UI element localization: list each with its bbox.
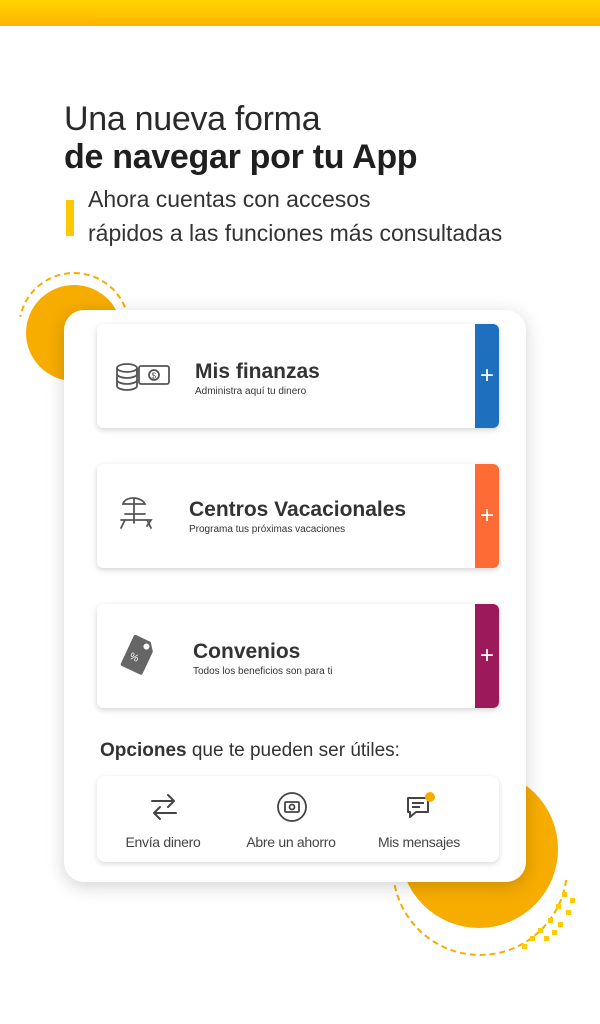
subtitle-line-2: rápidos a las funciones más consultadas bbox=[88, 220, 503, 246]
option-mis-mensajes[interactable]: Mis mensajes bbox=[359, 790, 479, 854]
discount-tag-icon: % bbox=[120, 634, 153, 675]
decorative-pixels bbox=[512, 892, 582, 952]
option-label: Envía dinero bbox=[125, 834, 201, 850]
expand-plus-button[interactable]: + bbox=[475, 604, 499, 708]
headline-line-2: de navegar por tu App bbox=[64, 138, 418, 176]
option-label: Mis mensajes bbox=[378, 834, 460, 850]
card-mis-finanzas[interactable]: $ Mis finanzas Administra aquí tu dinero… bbox=[97, 324, 499, 428]
card-centros-vacacionales[interactable]: Centros Vacacionales Programa tus próxim… bbox=[97, 464, 499, 568]
svg-text:$: $ bbox=[152, 372, 157, 381]
expand-plus-button[interactable]: + bbox=[475, 324, 499, 428]
options-heading: Opciones que te pueden ser útiles: bbox=[100, 740, 400, 761]
headline-line-1: Una nueva forma bbox=[64, 100, 321, 138]
card-subtitle: Todos los beneficios son para ti bbox=[193, 666, 333, 677]
money-stack-icon: $ bbox=[116, 363, 170, 391]
option-label: Abre un ahorro bbox=[246, 834, 336, 850]
card-subtitle: Programa tus próximas vacaciones bbox=[189, 524, 346, 535]
card-convenios[interactable]: % Convenios Todos los beneficios son par… bbox=[97, 604, 499, 708]
accent-bar bbox=[66, 200, 74, 236]
expand-plus-button[interactable]: + bbox=[475, 464, 499, 568]
plus-icon: + bbox=[479, 502, 494, 529]
subtitle-line-1: Ahora cuentas con accesos bbox=[88, 186, 371, 212]
card-title: Mis finanzas bbox=[195, 360, 320, 383]
plus-icon: + bbox=[479, 642, 494, 669]
option-abre-un-ahorro[interactable]: Abre un ahorro bbox=[231, 790, 351, 854]
transfer-arrows-icon bbox=[151, 794, 177, 820]
messages-icon bbox=[407, 792, 435, 818]
savings-icon bbox=[277, 792, 307, 822]
option-envia-dinero[interactable]: Envía dinero bbox=[103, 790, 223, 854]
plus-icon: + bbox=[479, 362, 494, 389]
card-title: Centros Vacacionales bbox=[189, 498, 407, 521]
quick-options-bar: Envía dinero Abre un ahorro Mis mensajes bbox=[97, 776, 499, 862]
card-title: Convenios bbox=[193, 640, 301, 663]
beach-umbrella-icon bbox=[120, 497, 153, 529]
card-subtitle: Administra aquí tu dinero bbox=[195, 386, 307, 397]
top-banner-bar bbox=[0, 0, 600, 26]
